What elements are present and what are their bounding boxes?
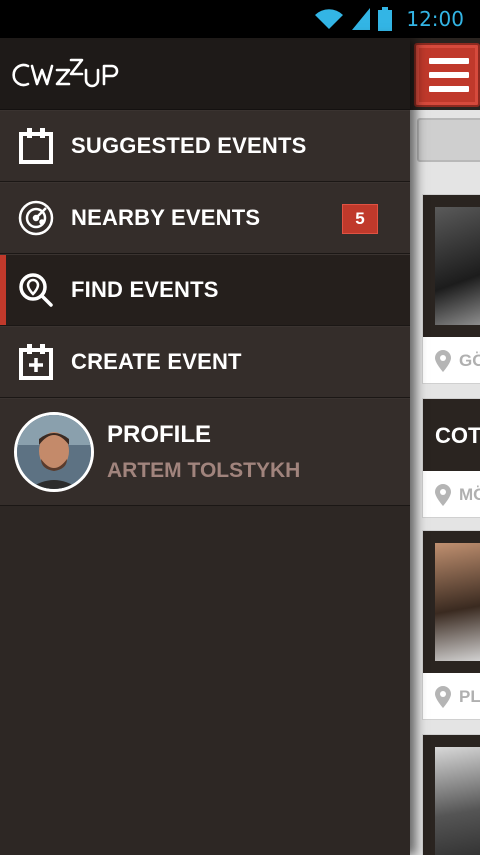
event-photo [435,543,480,661]
menu-button[interactable] [414,43,480,107]
event-location: MÖ [423,473,480,517]
profile-name: ARTEM TOLSTYKH [107,459,301,482]
menu-item-nearby-events[interactable]: NEARBY EVENTS 5 [0,182,410,254]
event-card[interactable]: PL [422,530,480,720]
clock: 12:00 [406,7,464,31]
event-location: GÖ [423,339,480,383]
menu-item-label: CREATE EVENT [71,349,242,374]
menu-item-find-events[interactable]: FIND EVENTS [0,254,410,326]
search-input[interactable] [417,118,480,162]
event-card[interactable]: COT MÖ [422,398,480,518]
event-image [423,195,480,337]
menu-bar-icon [429,86,469,92]
profile-title: PROFILE [107,421,212,448]
main-content: GÖ COT MÖ PL [410,38,480,855]
avatar [14,412,94,492]
event-photo [435,747,480,855]
event-location-text: PL [459,687,480,706]
navigation-drawer: SUGGESTED EVENTS NEARBY EVENTS 5 FIND EV… [0,38,410,855]
menu-item-label: SUGGESTED EVENTS [71,133,307,158]
event-image [423,531,480,673]
status-bar: 12:00 [0,0,480,38]
location-pin-icon [435,350,451,372]
event-location: PL [423,675,480,719]
location-pin-icon [435,484,451,506]
menu-bar-icon [429,72,469,78]
calendar-add-icon [18,344,54,380]
nearby-count-badge: 5 [342,204,378,234]
event-photo [435,207,480,325]
event-image [423,735,480,855]
event-location-text: MÖ [459,485,480,504]
menu-item-label: FIND EVENTS [71,277,219,302]
event-card[interactable]: GÖ [422,194,480,384]
event-location-text: GÖ [459,351,480,370]
app-header [410,38,480,110]
wifi-icon [315,9,344,30]
drawer-header [0,38,410,110]
battery-icon [378,7,393,31]
menu-item-create-event[interactable]: CREATE EVENT [0,326,410,398]
calendar-icon [18,128,54,164]
menu-item-label: NEARBY EVENTS [71,205,261,230]
app-logo [12,58,119,87]
location-pin-icon [435,686,451,708]
menu-item-suggested-events[interactable]: SUGGESTED EVENTS [0,110,410,182]
menu-bar-icon [429,58,469,64]
signal-icon [352,8,371,30]
profile-item[interactable]: PROFILE ARTEM TOLSTYKH [0,398,410,506]
event-title: COT [435,423,480,448]
event-card[interactable] [422,734,480,855]
event-title-block: COT [423,399,480,471]
radar-icon [18,200,54,236]
search-location-icon [18,272,54,308]
